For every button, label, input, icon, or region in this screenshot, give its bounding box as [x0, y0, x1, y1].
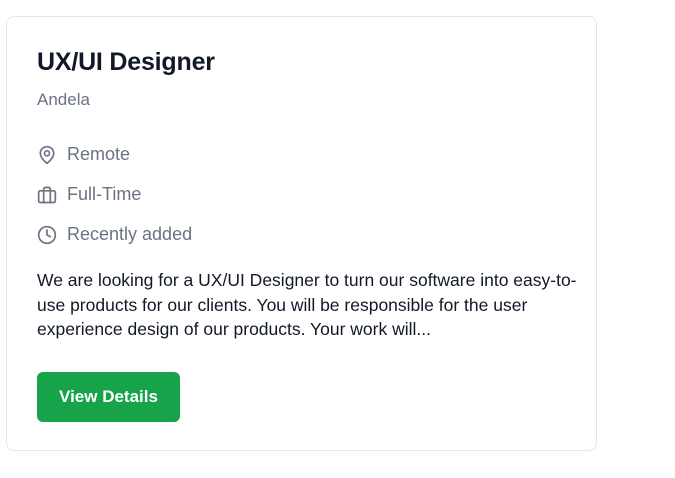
view-details-button[interactable]: View Details — [37, 372, 180, 422]
job-card: UX/UI Designer Andela Remote Full-Time R… — [6, 16, 597, 451]
job-employment-type: Full-Time — [37, 184, 141, 205]
job-title: UX/UI Designer — [37, 48, 215, 76]
job-employment-type-label: Full-Time — [67, 184, 142, 204]
job-posted: Recently added — [37, 224, 192, 245]
map-pin-icon — [37, 145, 57, 165]
clock-icon — [37, 225, 57, 245]
briefcase-icon — [37, 185, 57, 205]
company-name: Andela — [37, 90, 90, 109]
job-description: We are looking for a UX/UI Designer to t… — [37, 270, 577, 339]
job-location: Remote — [37, 144, 130, 165]
job-posted-label: Recently added — [67, 224, 193, 244]
job-location-label: Remote — [67, 144, 131, 164]
